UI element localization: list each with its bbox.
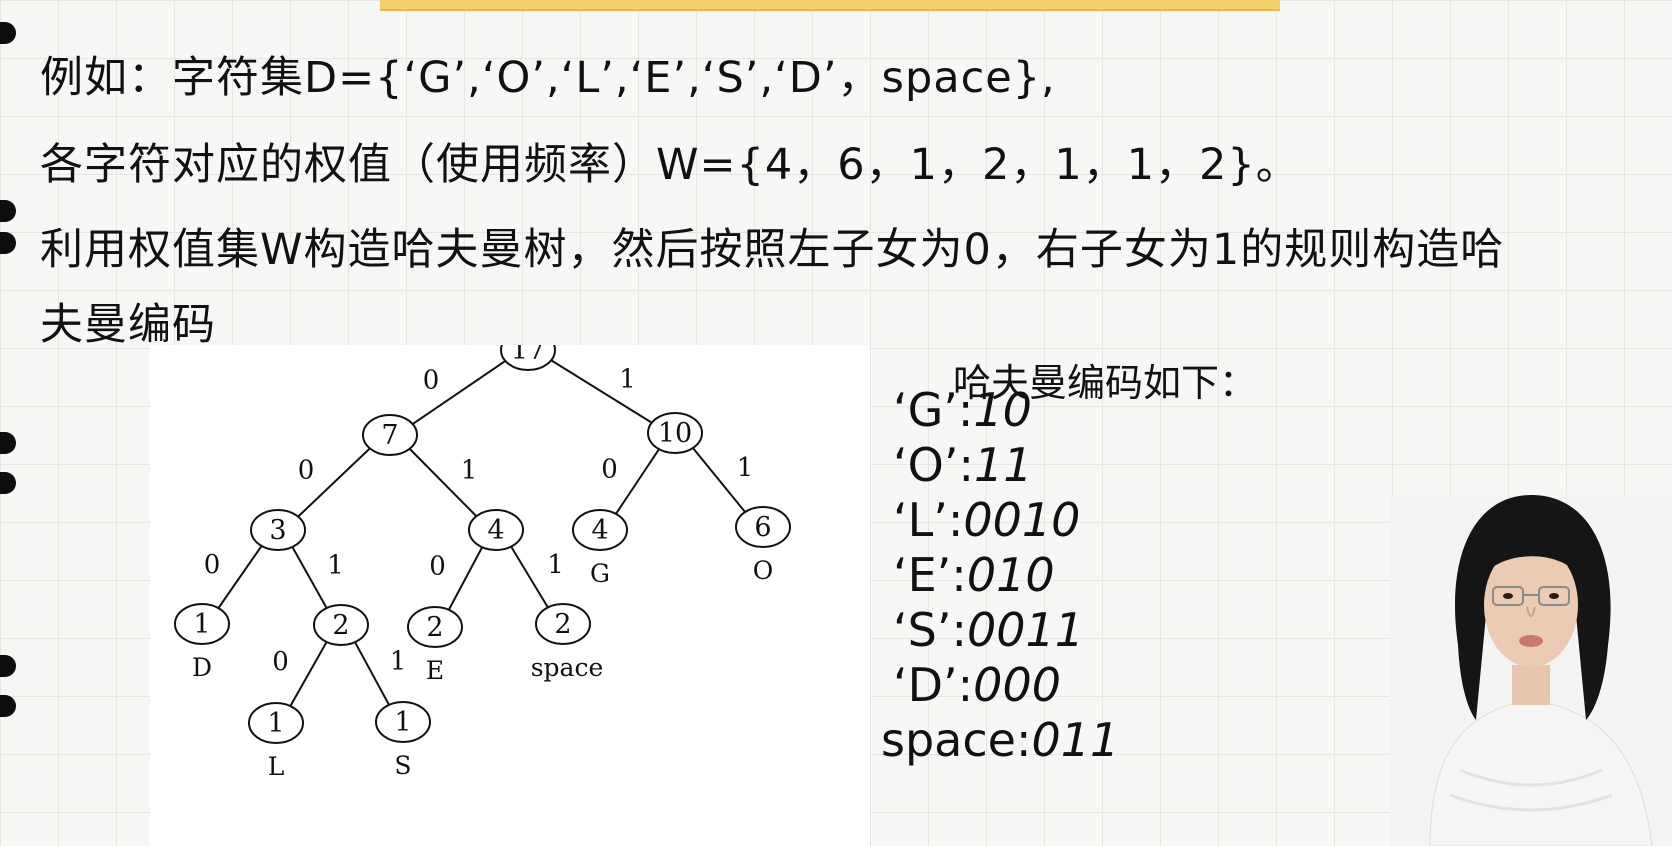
- huffman-code-item: ‘S’:0011: [893, 603, 1084, 657]
- node-weight: 2: [332, 610, 349, 641]
- node-weight: 2: [426, 612, 443, 643]
- presenter-video: [1390, 495, 1672, 846]
- node-weight: 4: [487, 515, 504, 546]
- node-weight: 1: [394, 707, 411, 738]
- tree-edge: [288, 639, 329, 709]
- code-char-label: ‘E’:: [893, 548, 967, 602]
- tree-edge: [446, 544, 485, 613]
- binding-hole: [0, 655, 16, 677]
- tree-edge: [290, 544, 329, 611]
- code-bits: 000: [973, 658, 1061, 712]
- binding-hole: [0, 232, 16, 254]
- edge-bit-label: 1: [461, 456, 478, 486]
- code-bits: 0011: [966, 603, 1085, 657]
- title-banner: [380, 0, 1280, 11]
- code-char-label: space:: [881, 713, 1032, 767]
- edge-bit-label: 0: [601, 455, 618, 485]
- tree-edge: [353, 639, 391, 708]
- leaf-char-label: D: [192, 653, 212, 682]
- huffman-tree-panel: 0 1 0 1 0 1 0 1 0 1 0 1 17 7 10 3 4 4 G 6 O 1 D 2 2 E 2 space 1 L 1 S: [150, 345, 870, 846]
- code-char-label: ‘G’:: [893, 383, 974, 437]
- edge-bit-label: 0: [204, 550, 221, 580]
- huffman-code-item: ‘G’:10: [893, 383, 1032, 437]
- node-weight: 10: [658, 418, 692, 449]
- edge-bit-label: 1: [327, 551, 344, 581]
- code-bits: 10: [973, 383, 1032, 437]
- node-weight: 3: [269, 515, 286, 546]
- tree-edge: [509, 544, 550, 610]
- binding-hole: [0, 472, 16, 494]
- leaf-char-label: S: [394, 751, 411, 780]
- leaf-char-label: E: [426, 656, 444, 685]
- edge-bit-label: 1: [619, 365, 636, 395]
- code-char-label: ‘S’:: [893, 603, 967, 657]
- code-char-label: ‘D’:: [893, 658, 974, 712]
- node-weight: 4: [591, 515, 608, 546]
- huffman-code-item: ‘L’:0010: [893, 493, 1080, 547]
- leaf-char-label: space: [531, 653, 604, 682]
- huffman-code-item: ‘E’:010: [893, 548, 1055, 602]
- code-bits: 0010: [963, 493, 1081, 547]
- edge-bit-label: 1: [390, 647, 407, 677]
- edge-bit-label: 0: [298, 456, 315, 486]
- code-bits: 010: [966, 548, 1055, 602]
- code-char-label: ‘O’:: [893, 438, 974, 492]
- binding-hole: [0, 695, 16, 717]
- binding-hole: [0, 432, 16, 454]
- huffman-code-item: ‘O’:11: [893, 438, 1033, 492]
- notebook-binding: [0, 0, 24, 846]
- code-bits: 011: [1031, 713, 1120, 767]
- leaf-char-label: O: [753, 556, 774, 585]
- huffman-code-item: space:011: [881, 713, 1119, 767]
- node-weight: 7: [381, 420, 398, 451]
- node-weight: 1: [267, 708, 284, 739]
- instruction-text: 利用权值集W构造哈夫曼树，然后按照左子女为0，右子女为1的规则构造哈: [40, 225, 1505, 275]
- tree-edge: [548, 358, 655, 425]
- node-weight: 1: [193, 609, 210, 640]
- code-bits: 11: [973, 438, 1033, 492]
- weights-text: 各字符对应的权值（使用频率）W={4，6，1，2，1，1，2}。: [40, 140, 1300, 190]
- leaf-char-label: G: [590, 559, 610, 588]
- tree-edge: [216, 543, 264, 611]
- node-weight: 2: [554, 609, 571, 640]
- leaf-char-label: L: [268, 752, 285, 781]
- edge-bit-label: 1: [737, 453, 754, 483]
- huffman-code-item: ‘D’:000: [893, 658, 1061, 712]
- edge-bit-label: 0: [272, 647, 289, 677]
- node-weight: 17: [511, 345, 545, 366]
- huffman-tree: 0 10 1 0 10 1 0 10 1177 103 4 4G6O1D2 2E2space1L1S: [174, 345, 791, 781]
- instruction-text-cont: 夫曼编码: [40, 300, 216, 350]
- example-charset-text: 例如：字符集D={‘G’,‘O’,‘L’,‘E’,‘S’,‘D’，space},: [40, 53, 1056, 103]
- edge-bit-label: 0: [429, 552, 446, 582]
- edge-bit-label: 1: [547, 550, 564, 580]
- edge-bit-label: 0: [423, 366, 440, 396]
- binding-hole: [0, 22, 16, 44]
- node-weight: 6: [754, 512, 771, 543]
- binding-hole: [0, 200, 16, 222]
- code-char-label: ‘L’:: [893, 493, 964, 547]
- tree-edge: [613, 446, 662, 517]
